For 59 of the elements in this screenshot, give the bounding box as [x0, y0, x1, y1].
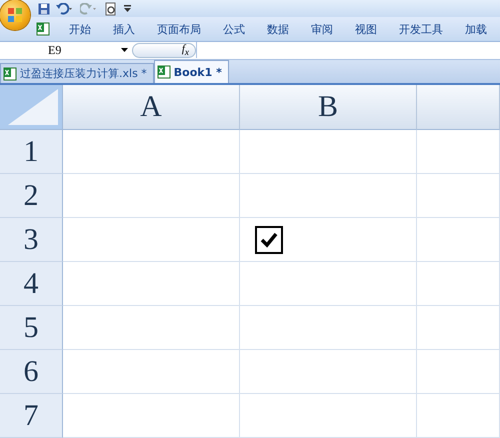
grid-cell[interactable]: [240, 174, 417, 218]
excel-icon: [3, 66, 17, 80]
grid-cell[interactable]: [240, 394, 417, 438]
grid-cell[interactable]: [417, 306, 500, 350]
row-header[interactable]: 1: [0, 130, 63, 174]
grid-cell[interactable]: [417, 174, 500, 218]
excel-icon[interactable]: [36, 22, 50, 36]
workbook-tab[interactable]: 过盈连接压装力计算.xls *: [0, 63, 154, 83]
grid-cell[interactable]: [63, 218, 240, 262]
row-header[interactable]: 4: [0, 262, 63, 306]
tab-label: 过盈连接压装力计算.xls *: [20, 66, 147, 81]
grid-cell[interactable]: [417, 218, 500, 262]
windows-logo-icon: [7, 7, 23, 23]
insert-function-button[interactable]: f$_{x}$: [132, 42, 196, 58]
workbook-tab[interactable]: Book1 *: [154, 60, 229, 83]
select-all-corner[interactable]: [0, 85, 63, 130]
ribbon-tab[interactable]: 开始: [58, 22, 102, 36]
row-header[interactable]: 7: [0, 394, 63, 438]
column-header[interactable]: A: [63, 85, 240, 130]
grid-cell[interactable]: [417, 350, 500, 394]
grid-cell[interactable]: [417, 394, 500, 438]
ribbon-tab[interactable]: 数据: [256, 22, 300, 36]
grid-cell[interactable]: [63, 174, 240, 218]
row-header[interactable]: 5: [0, 306, 63, 350]
row-header[interactable]: 2: [0, 174, 63, 218]
customize-caret-icon[interactable]: [124, 4, 131, 12]
grid-cell[interactable]: [240, 350, 417, 394]
name-box[interactable]: E9: [0, 42, 132, 58]
grid-cell[interactable]: [240, 306, 417, 350]
grid-cell[interactable]: [240, 130, 417, 174]
excel-icon: [156, 65, 171, 79]
checkbox[interactable]: [255, 226, 283, 254]
ribbon-tab[interactable]: 插入: [102, 22, 146, 36]
ribbon-tab[interactable]: 加载: [454, 22, 498, 36]
grid-cell[interactable]: [63, 394, 240, 438]
print-preview-icon[interactable]: [104, 2, 118, 16]
grid-cell[interactable]: [63, 262, 240, 306]
column-header[interactable]: [417, 85, 500, 130]
row-header[interactable]: 6: [0, 350, 63, 394]
checkmark-icon: [260, 232, 278, 248]
grid-cell[interactable]: [63, 350, 240, 394]
dropdown-caret-icon[interactable]: [121, 48, 128, 52]
redo-icon[interactable]: [80, 2, 98, 14]
row-header[interactable]: 3: [0, 218, 63, 262]
ribbon-tab[interactable]: 页面布局: [146, 22, 212, 36]
tab-label: Book1 *: [174, 66, 222, 78]
grid-cell[interactable]: [417, 262, 500, 306]
ribbon-tab[interactable]: 审阅: [300, 22, 344, 36]
grid-cell[interactable]: [417, 130, 500, 174]
grid-cell[interactable]: [240, 218, 417, 262]
ribbon-tab[interactable]: 开发工具: [388, 22, 454, 36]
grid-cell[interactable]: [63, 306, 240, 350]
ribbon-tab[interactable]: 公式: [212, 22, 256, 36]
save-icon[interactable]: [38, 2, 50, 14]
undo-icon[interactable]: [56, 2, 74, 14]
grid-cell[interactable]: [63, 130, 240, 174]
ribbon-tab[interactable]: 视图: [344, 22, 388, 36]
grid-cell[interactable]: [240, 262, 417, 306]
column-header[interactable]: B: [240, 85, 417, 130]
